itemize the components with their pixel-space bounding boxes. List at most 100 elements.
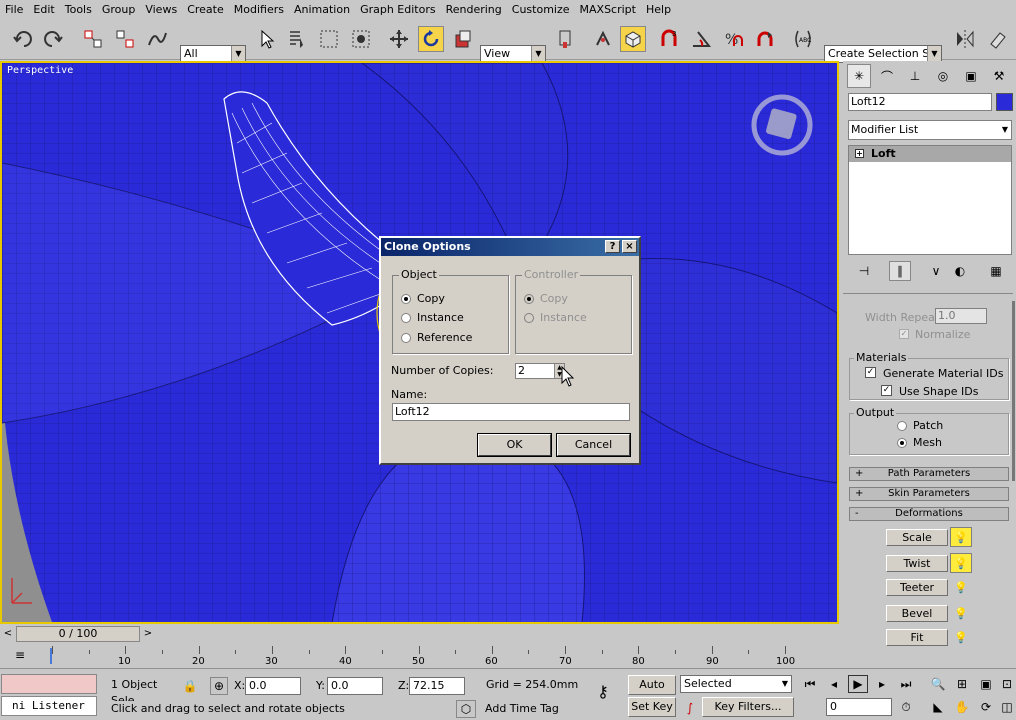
stack-item-loft[interactable]: + Loft: [849, 146, 1011, 162]
bevel-bulb-icon[interactable]: 💡: [950, 603, 972, 623]
scale-bulb-icon[interactable]: 💡: [950, 527, 972, 547]
percent-snap-icon[interactable]: %: [720, 26, 746, 52]
bind-space-warp-icon[interactable]: [144, 26, 170, 52]
create-tab-icon[interactable]: ✳: [847, 64, 871, 88]
name-field[interactable]: Loft12: [392, 403, 630, 421]
make-unique-icon[interactable]: ∨: [925, 261, 947, 281]
slider-prev-icon[interactable]: <: [0, 626, 16, 642]
unlink-icon[interactable]: [112, 26, 138, 52]
pin-stack-icon[interactable]: ⊣: [853, 261, 875, 281]
maxscript-mini-listener[interactable]: ni Listener: [1, 696, 97, 716]
slider-next-icon[interactable]: >: [140, 626, 156, 642]
teeter-bulb-icon[interactable]: 💡: [950, 577, 972, 597]
close-button[interactable]: ×: [622, 240, 637, 253]
curve-editor-icon[interactable]: ≡: [10, 647, 30, 663]
rollout-path-parameters[interactable]: + Path Parameters: [849, 467, 1009, 481]
maximize-viewport-icon[interactable]: ◫: [998, 698, 1016, 716]
lock-icon[interactable]: 🔒: [180, 677, 200, 695]
controller-radio-instance[interactable]: Instance: [524, 311, 587, 324]
mirror-icon[interactable]: [952, 26, 978, 52]
zoom-extents-icon[interactable]: ▣: [976, 675, 996, 693]
show-end-result-icon[interactable]: ∥: [889, 261, 911, 281]
snaps-toggle-icon[interactable]: 3: [656, 26, 682, 52]
menu-tools[interactable]: Tools: [60, 0, 97, 19]
align-icon[interactable]: [984, 26, 1010, 52]
select-and-link-icon[interactable]: [80, 26, 106, 52]
menu-maxscript[interactable]: MAXScript: [575, 0, 641, 19]
remove-modifier-icon[interactable]: ◐: [949, 261, 971, 281]
display-tab-icon[interactable]: ▣: [959, 64, 983, 88]
fit-deformation-button[interactable]: Fit: [886, 629, 948, 646]
width-repeat-spinner[interactable]: 1.0: [935, 308, 987, 324]
redo-icon[interactable]: [40, 26, 66, 52]
radio-copy[interactable]: Copy: [401, 292, 445, 305]
maxscript-mini-listener-top[interactable]: [1, 674, 97, 694]
pan-icon[interactable]: ✋: [952, 698, 972, 716]
zoom-all-icon[interactable]: ⊞: [952, 675, 972, 693]
utilities-tab-icon[interactable]: ⚒: [987, 64, 1011, 88]
menu-rendering[interactable]: Rendering: [441, 0, 507, 19]
zoom-extents-all-icon[interactable]: ⊡: [998, 675, 1016, 693]
radio-reference[interactable]: Reference: [401, 331, 472, 344]
menu-views[interactable]: Views: [140, 0, 182, 19]
time-configuration-icon[interactable]: ⏱: [896, 698, 916, 716]
undo-icon[interactable]: [10, 26, 36, 52]
add-time-tag[interactable]: Add Time Tag: [482, 701, 576, 719]
copies-spinner[interactable]: 2 ▲ ▼: [515, 363, 565, 379]
menu-file[interactable]: File: [0, 0, 28, 19]
play-icon[interactable]: ▶: [848, 675, 868, 693]
motion-tab-icon[interactable]: ◎: [931, 64, 955, 88]
select-and-manipulate-icon[interactable]: [590, 26, 616, 52]
previous-frame-icon[interactable]: ◂: [824, 675, 844, 693]
angle-snap-icon[interactable]: [688, 26, 714, 52]
window-crossing-icon[interactable]: [348, 26, 374, 52]
fit-bulb-icon[interactable]: 💡: [950, 627, 972, 647]
auto-key-button[interactable]: Auto Key: [628, 675, 676, 709]
absolute-mode-icon[interactable]: ⊕: [210, 677, 228, 695]
x-coordinate-field[interactable]: 0.0: [245, 677, 301, 695]
menu-customize[interactable]: Customize: [507, 0, 575, 19]
menu-graph-editors[interactable]: Graph Editors: [355, 0, 441, 19]
menu-help[interactable]: Help: [641, 0, 676, 19]
edit-named-selection-icon[interactable]: ABC: [790, 26, 816, 52]
rectangle-selection-icon[interactable]: [316, 26, 342, 52]
y-coordinate-field[interactable]: 0.0: [327, 677, 383, 695]
set-key-button[interactable]: Set Key: [628, 697, 676, 717]
menu-animation[interactable]: Animation: [289, 0, 355, 19]
panel-scrollbar[interactable]: [1012, 301, 1015, 481]
help-button[interactable]: ?: [605, 240, 620, 253]
menu-modifiers[interactable]: Modifiers: [229, 0, 289, 19]
use-shape-ids-checkbox[interactable]: ✓: [881, 385, 892, 396]
modify-tab-icon[interactable]: ⌒: [875, 64, 899, 88]
go-to-end-icon[interactable]: ⏭: [896, 675, 916, 693]
arc-rotate-icon[interactable]: ⟳: [976, 698, 996, 716]
select-object-icon[interactable]: [254, 26, 280, 52]
track-bar[interactable]: ≡ 10 20 30 40 50 60 70 80 90 100: [0, 644, 843, 668]
configure-modifier-sets-icon[interactable]: ▦: [985, 261, 1007, 281]
radio-mesh[interactable]: Mesh: [897, 436, 942, 449]
keyboard-shortcut-override-icon[interactable]: [620, 26, 646, 52]
cancel-button[interactable]: Cancel: [556, 433, 631, 457]
modifier-list-dropdown[interactable]: Modifier List ▼: [848, 120, 1012, 140]
menu-create[interactable]: Create: [182, 0, 229, 19]
go-to-start-icon[interactable]: ⏮: [800, 675, 820, 693]
rollout-skin-parameters[interactable]: + Skin Parameters: [849, 487, 1009, 501]
move-icon[interactable]: [386, 26, 412, 52]
controller-radio-copy[interactable]: Copy: [524, 292, 568, 305]
time-tag-icon[interactable]: ⬡: [456, 700, 476, 718]
viewcube-icon[interactable]: [754, 97, 810, 153]
object-color-swatch[interactable]: [996, 93, 1013, 111]
next-frame-icon[interactable]: ▸: [872, 675, 892, 693]
scale-icon[interactable]: [450, 26, 476, 52]
scale-deformation-button[interactable]: Scale: [886, 529, 948, 546]
rotate-icon[interactable]: [418, 26, 444, 52]
twist-bulb-icon[interactable]: 💡: [950, 553, 972, 573]
radio-instance[interactable]: Instance: [401, 311, 464, 324]
radio-patch[interactable]: Patch: [897, 419, 943, 432]
rollout-deformations[interactable]: - Deformations: [849, 507, 1009, 521]
generate-material-ids-checkbox[interactable]: ✓: [865, 367, 876, 378]
expand-icon[interactable]: +: [855, 149, 864, 158]
spinner-snap-icon[interactable]: [752, 26, 778, 52]
ok-button[interactable]: OK: [477, 433, 552, 457]
normalize-checkbox[interactable]: ✓: [899, 329, 909, 339]
